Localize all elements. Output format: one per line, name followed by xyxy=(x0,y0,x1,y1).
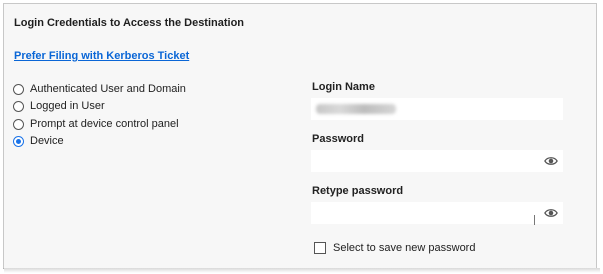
radio-logged-in-user[interactable]: Logged in User xyxy=(13,98,105,114)
panel-header: Login Credentials to Access the Destinat… xyxy=(4,4,596,42)
login-name-label: Login Name xyxy=(312,81,375,93)
radio-button[interactable] xyxy=(13,135,24,147)
radio-label: Authenticated User and Domain xyxy=(30,83,186,95)
save-password-option[interactable]: Select to save new password xyxy=(314,242,475,254)
save-password-label: Select to save new password xyxy=(333,242,476,254)
retype-password-label: Retype password xyxy=(312,185,404,197)
password-label: Password xyxy=(312,133,364,145)
radio-label: Logged in User xyxy=(30,100,105,112)
radio-device[interactable]: Device xyxy=(13,133,64,149)
save-password-checkbox[interactable] xyxy=(314,242,326,254)
radio-label: Prompt at device control panel xyxy=(30,118,179,130)
section-title: Login Credentials to Access the Destinat… xyxy=(14,17,245,29)
radio-button[interactable] xyxy=(13,83,24,95)
radio-authenticated-user[interactable]: Authenticated User and Domain xyxy=(13,81,186,97)
retype-password-field[interactable] xyxy=(311,202,563,224)
radio-prompt-at-panel[interactable]: Prompt at device control panel xyxy=(13,116,179,132)
redacted-login-name xyxy=(316,104,396,114)
radio-label: Device xyxy=(30,135,64,147)
show-retype-password-eye-icon[interactable] xyxy=(544,206,558,220)
radio-button[interactable] xyxy=(13,100,24,112)
radio-button[interactable] xyxy=(13,118,24,130)
frame-shadow xyxy=(4,268,600,273)
kerberos-link[interactable]: Prefer Filing with Kerberos Ticket xyxy=(14,50,189,62)
show-password-eye-icon[interactable] xyxy=(544,154,558,168)
credentials-panel: Login Credentials to Access the Destinat… xyxy=(3,3,597,269)
password-field[interactable] xyxy=(311,150,563,172)
text-cursor xyxy=(534,215,535,225)
